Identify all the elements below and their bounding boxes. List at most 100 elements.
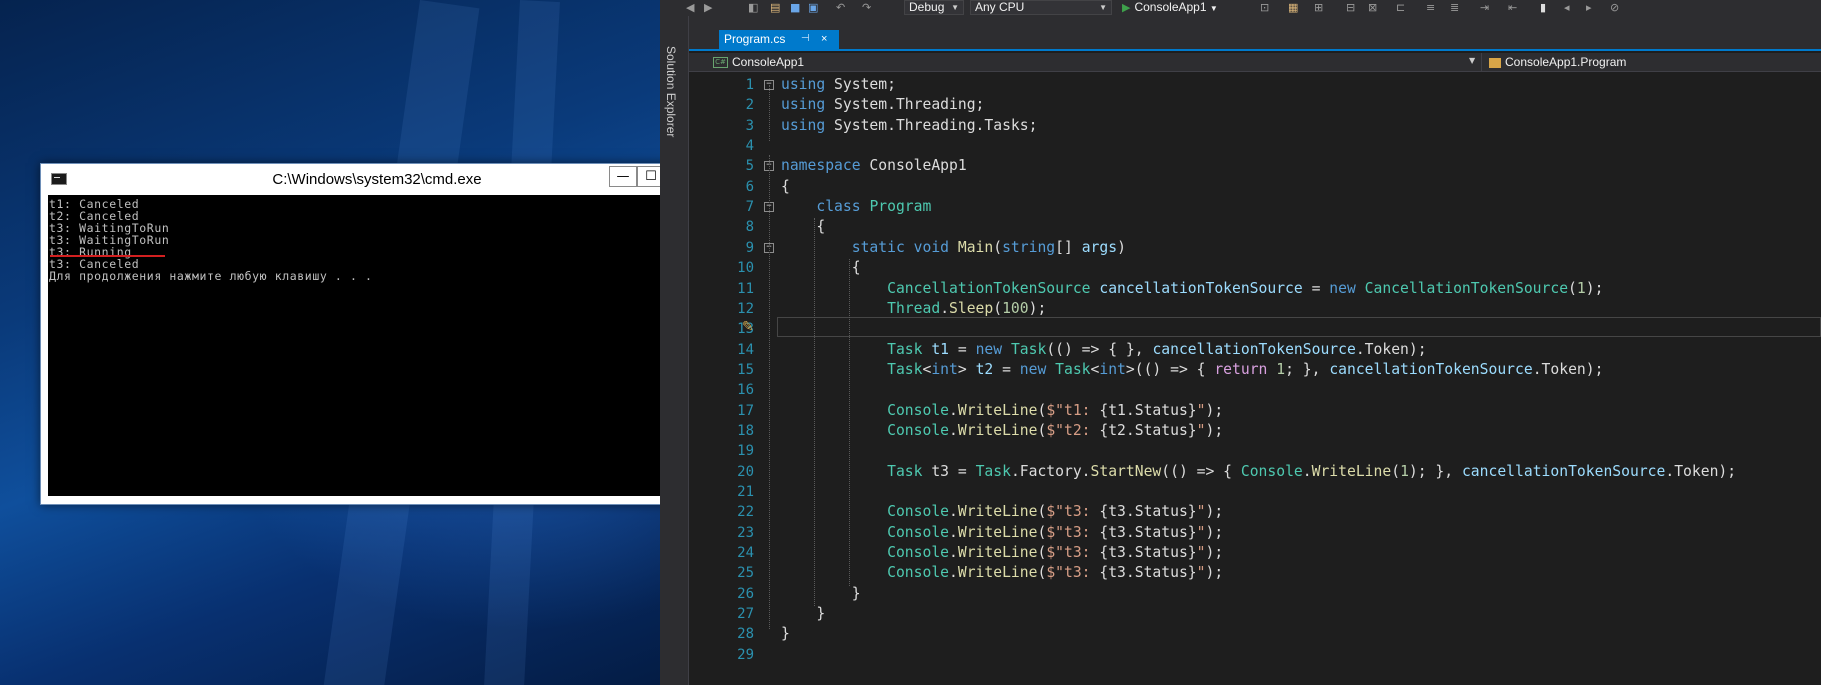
step-icon[interactable]: ⊟ [1346, 1, 1355, 14]
line-number: 21 [737, 484, 754, 500]
line-number: 2 [745, 97, 754, 114]
code-line[interactable]: 24 Console.WriteLine($"t3: {t3.Status}")… [689, 543, 1821, 563]
code-line[interactable]: 20 Task t3 = Task.Factory.StartNew(() =>… [689, 462, 1821, 482]
open-file-icon[interactable]: ▤ [770, 1, 780, 14]
code-line[interactable]: 9− static void Main(string[] args) [689, 238, 1821, 258]
console-window[interactable]: C:\Windows\system32\cmd.exe — ☐ ✕ t1: Ca… [40, 163, 714, 505]
red-underline-annotation [50, 255, 165, 257]
prev-bookmark-icon[interactable]: ◂ [1564, 1, 1570, 14]
pin-icon[interactable]: ⊣ [801, 30, 810, 48]
solution-explorer-tab[interactable]: Solution Explorer [664, 46, 678, 137]
code-line[interactable]: 22 Console.WriteLine($"t3: {t3.Status}")… [689, 502, 1821, 522]
indent-icon[interactable]: ⇥ [1480, 1, 1489, 14]
line-number: 23 [737, 524, 754, 541]
code-text: Console.WriteLine($"t1: {t1.Status}"); [887, 401, 1224, 419]
code-text: namespace ConsoleApp1 [781, 157, 967, 175]
code-line[interactable]: 7− class Program [689, 197, 1821, 217]
class-dropdown[interactable]: ConsoleApp1.Program [1489, 54, 1626, 71]
indent-guide [849, 259, 850, 586]
line-number: 20 [737, 463, 754, 480]
line-number: 18 [737, 422, 754, 439]
line-number: 14 [737, 341, 754, 358]
code-line[interactable]: 26 } [689, 584, 1821, 604]
code-line[interactable]: 21 [689, 482, 1821, 502]
code-line[interactable]: 25 Console.WriteLine($"t3: {t3.Status}")… [689, 563, 1821, 583]
code-line[interactable]: 3 using System.Threading.Tasks; [689, 116, 1821, 136]
code-line[interactable]: 11 CancellationTokenSource cancellationT… [689, 279, 1821, 299]
breakpoint-window-icon[interactable]: ⊠ [1368, 1, 1377, 14]
play-icon: ▶ [1122, 2, 1131, 14]
bookmark-icon[interactable]: ▮ [1540, 1, 1546, 14]
line-number: 12 [737, 300, 754, 317]
code-line[interactable]: 10 { [689, 258, 1821, 278]
line-number: 29 [737, 646, 754, 663]
tab-label: Program.cs [724, 32, 786, 46]
code-line[interactable]: 23 Console.WriteLine($"t3: {t3.Status}")… [689, 523, 1821, 543]
undo-icon[interactable]: ↶ [836, 1, 845, 14]
code-text: } [781, 605, 826, 623]
configuration-dropdown[interactable]: Debug ▼ [904, 0, 964, 15]
code-editor[interactable]: 1− using System; 2 using System.Threading; 3… [689, 73, 1821, 685]
uncomment-icon[interactable]: ≣ [1450, 1, 1459, 14]
code-line[interactable]: 2 using System.Threading; [689, 95, 1821, 115]
code-line[interactable]: 27 } [689, 604, 1821, 624]
visual-studio-window: ◀ ▶ ◧ ▤ ■ ▣ ↶ ↷ Debug ▼ Any CPU ▼ ▶ Conso… [660, 0, 1821, 685]
code-line[interactable]: 14 Task t1 = new Task(() => { }, cancell… [689, 340, 1821, 360]
line-number: 11 [737, 280, 754, 297]
code-line[interactable]: 29 [689, 645, 1821, 665]
code-text: Console.WriteLine($"t3: {t3.Status}"); [887, 523, 1224, 541]
comment-icon[interactable]: ≡ [1426, 1, 1435, 14]
redo-icon[interactable]: ↷ [862, 1, 871, 14]
code-line[interactable]: 12 Thread.Sleep(100); [689, 299, 1821, 319]
attach-icon[interactable]: ⊡ [1260, 1, 1269, 14]
code-line[interactable]: 5− namespace ConsoleApp1 [689, 156, 1821, 176]
close-tab-icon[interactable]: × [821, 30, 827, 48]
code-text: static void Main(string[] args) [851, 238, 1126, 256]
class-name: ConsoleApp1.Program [1505, 55, 1627, 69]
line-number: 5 [745, 158, 754, 175]
line-number: 1 [745, 77, 754, 93]
code-line[interactable]: 16 [689, 380, 1821, 400]
code-line[interactable]: 18 Console.WriteLine($"t2: {t2.Status}")… [689, 421, 1821, 441]
next-bookmark-icon[interactable]: ▸ [1586, 1, 1592, 14]
line-number: 27 [737, 606, 754, 623]
clear-bookmarks-icon[interactable]: ⊘ [1610, 1, 1619, 14]
back-icon[interactable]: ◀ [686, 1, 694, 14]
line-number: 8 [745, 219, 754, 236]
console-output[interactable]: t1: Canceled t2: Canceled t3: WaitingToR… [48, 195, 693, 496]
save-icon[interactable]: ■ [790, 1, 800, 14]
console-line: t3: WaitingToRun [49, 233, 170, 247]
code-text: Task t3 = Task.Factory.StartNew(() => { … [887, 462, 1737, 480]
project-dropdown[interactable]: C# ConsoleApp1 [713, 54, 1455, 71]
line-number: 10 [737, 260, 754, 277]
code-text: Console.WriteLine($"t3: {t3.Status}"); [887, 564, 1224, 582]
code-line[interactable]: 4 [689, 136, 1821, 156]
code-line[interactable]: 19 [689, 441, 1821, 461]
quick-actions-brush-icon[interactable]: ✎ [742, 317, 754, 337]
code-line[interactable]: 6{ [689, 177, 1821, 197]
platform-dropdown[interactable]: Any CPU ▼ [970, 0, 1112, 15]
minimize-button[interactable]: — [609, 166, 637, 187]
code-text: CancellationTokenSource cancellationToke… [887, 279, 1604, 297]
csharp-project-icon: C# [713, 57, 728, 69]
outdent-icon[interactable]: ⇤ [1508, 1, 1517, 14]
chevron-down-icon[interactable]: ▼ [1469, 56, 1475, 65]
console-titlebar[interactable]: C:\Windows\system32\cmd.exe — ☐ ✕ [41, 164, 713, 195]
code-line[interactable]: 1− using System; [689, 75, 1821, 95]
save-all-icon[interactable]: ▣ [808, 1, 818, 14]
start-debugging-button[interactable]: ▶ ConsoleApp1 ▼ [1122, 0, 1218, 15]
forward-icon[interactable]: ▶ [704, 1, 712, 14]
code-line[interactable]: 15 Task<int> t2 = new Task<int>(() => { … [689, 360, 1821, 380]
new-project-icon[interactable]: ◧ [748, 1, 758, 14]
line-number: 16 [737, 382, 754, 399]
code-line[interactable]: 17 Console.WriteLine($"t1: {t1.Status}")… [689, 401, 1821, 421]
code-line[interactable]: 28} [689, 624, 1821, 644]
solution-explorer-icon[interactable]: ▦ [1288, 1, 1298, 14]
code-line[interactable]: 8 { [689, 217, 1821, 237]
class-icon [1489, 57, 1501, 68]
code-text: } [781, 625, 790, 643]
browser-icon[interactable]: ⊞ [1314, 1, 1323, 14]
line-number: 22 [737, 504, 754, 521]
format-icon[interactable]: ⊏ [1396, 1, 1405, 14]
tab-program-cs[interactable]: Program.cs ⊣ × [719, 30, 839, 49]
